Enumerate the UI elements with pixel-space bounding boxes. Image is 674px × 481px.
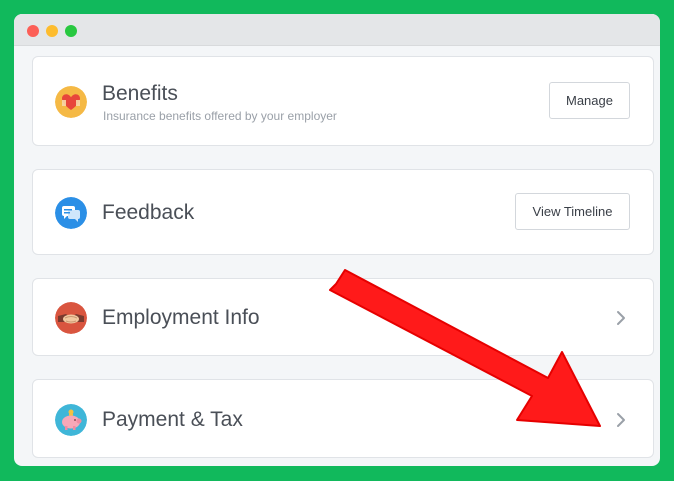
employment-info-title: Employment Info — [102, 306, 260, 329]
employment-info-card[interactable]: Employment Info — [32, 278, 654, 356]
chevron-right-icon[interactable] — [614, 411, 628, 429]
piggy-bank-icon — [55, 404, 87, 436]
manage-button[interactable]: Manage — [549, 82, 630, 119]
minimize-window-button[interactable] — [46, 25, 58, 37]
payment-tax-card[interactable]: Payment & Tax — [32, 379, 654, 458]
feedback-title: Feedback — [102, 201, 195, 224]
close-window-button[interactable] — [27, 25, 39, 37]
benefits-subtitle: Insurance benefits offered by your emplo… — [103, 109, 337, 123]
maximize-window-button[interactable] — [65, 25, 77, 37]
app-window: Benefits Insurance benefits offered by y… — [14, 14, 660, 466]
handshake-icon — [55, 302, 87, 334]
window-titlebar — [14, 14, 660, 46]
view-timeline-button[interactable]: View Timeline — [515, 193, 630, 230]
chevron-right-icon[interactable] — [614, 309, 628, 327]
chat-bubbles-icon — [55, 197, 87, 229]
payment-tax-title: Payment & Tax — [102, 408, 243, 431]
feedback-card: Feedback View Timeline — [32, 169, 654, 255]
heart-icon — [55, 86, 87, 118]
benefits-title: Benefits — [102, 82, 178, 105]
benefits-card: Benefits Insurance benefits offered by y… — [32, 56, 654, 146]
